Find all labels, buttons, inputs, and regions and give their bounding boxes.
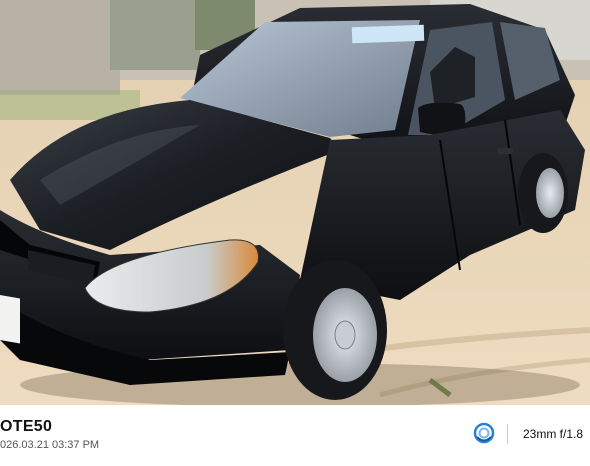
camera-watermark-bar: OTE50 026.03.21 03:37 PM 23mm f/1.8 xyxy=(0,405,590,466)
watermark-brand: OTE50 xyxy=(0,418,53,435)
car-photo xyxy=(0,0,590,405)
watermark-divider xyxy=(507,424,508,444)
watermark-lens-info: 23mm f/1.8 xyxy=(523,427,584,441)
car-photo-illustration xyxy=(0,0,590,405)
camera-brand-logo-icon xyxy=(473,422,495,444)
watermark-datetime: 026.03.21 03:37 PM xyxy=(0,439,100,451)
